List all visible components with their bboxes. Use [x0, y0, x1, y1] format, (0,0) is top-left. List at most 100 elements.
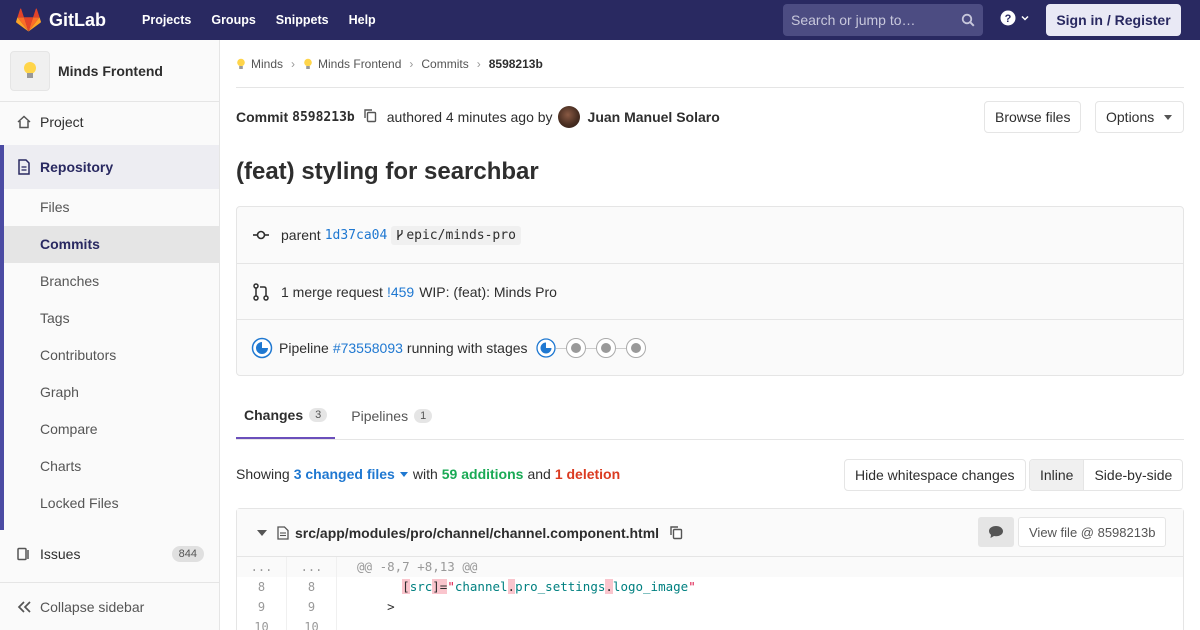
- hide-whitespace-button[interactable]: Hide whitespace changes: [844, 459, 1026, 491]
- author-avatar[interactable]: [557, 106, 580, 128]
- project-name: Minds Frontend: [58, 62, 163, 79]
- breadcrumb-label: Minds: [251, 56, 284, 71]
- sidebar-subitem-compare[interactable]: Compare: [4, 411, 219, 448]
- sidebar-subitem-tags[interactable]: Tags: [4, 300, 219, 337]
- options-dropdown[interactable]: Options: [1095, 101, 1184, 133]
- pipeline-status-text: running with stages: [406, 340, 528, 356]
- nav-snippets[interactable]: Snippets: [266, 0, 339, 40]
- sidebar-item-label: Project: [40, 114, 84, 130]
- merge-request-row: 1 merge request !459 WIP: (feat): Minds …: [237, 264, 1183, 320]
- stage-connector: [585, 347, 596, 349]
- tab-label: Changes: [244, 406, 304, 423]
- code-token: logo_image: [612, 579, 689, 594]
- new-line-number[interactable]: 10: [287, 617, 337, 630]
- tab-pipelines[interactable]: Pipelines 1: [343, 392, 440, 439]
- breadcrumb-commits[interactable]: Commits: [421, 57, 468, 71]
- new-line-number[interactable]: 8: [287, 577, 337, 597]
- stage-pending-icon[interactable]: [625, 338, 646, 358]
- caret-down-icon: [399, 471, 408, 477]
- old-line-number: ...: [237, 557, 287, 577]
- pipeline-link[interactable]: #73558093: [333, 340, 403, 356]
- mr-text: 1 merge request: [281, 283, 383, 300]
- sidebar-subitem-contributors[interactable]: Contributors: [4, 337, 219, 374]
- lightbulb-icon: [24, 61, 36, 78]
- diff-file: src/app/modules/pro/channel/channel.comp…: [236, 508, 1184, 630]
- sidebar-subitem-branches[interactable]: Branches: [4, 263, 219, 300]
- stage-connector: [555, 347, 566, 349]
- changed-files-dropdown[interactable]: 3 changed files: [294, 466, 395, 482]
- toggle-comments-button[interactable]: [978, 517, 1014, 547]
- search-input[interactable]: Search or jump to…: [783, 4, 983, 36]
- view-file-button[interactable]: View file @ 8598213b: [1018, 517, 1167, 547]
- stage-pending-icon[interactable]: [595, 338, 616, 358]
- nav-help[interactable]: Help: [339, 0, 386, 40]
- project-avatar: [10, 50, 50, 91]
- sidebar-subitem-files[interactable]: Files: [4, 189, 219, 226]
- breadcrumb-label: Minds Frontend: [318, 56, 402, 71]
- stage-pending-icon[interactable]: [565, 338, 586, 358]
- breadcrumb-minds-frontend[interactable]: Minds Frontend: [303, 57, 401, 71]
- old-line-number[interactable]: 8: [237, 577, 287, 597]
- gitlab-logo[interactable]: GitLab: [16, 8, 106, 32]
- svg-text:?: ?: [1005, 13, 1012, 25]
- browse-files-button[interactable]: Browse files: [984, 101, 1082, 133]
- sidebar-item-label: Repository: [40, 159, 114, 175]
- side-by-side-view-button[interactable]: Side-by-side: [1084, 460, 1182, 490]
- sidebar-item-issues[interactable]: Issues 844: [0, 534, 219, 574]
- copy-sha-button[interactable]: [363, 108, 377, 126]
- tab-changes[interactable]: Changes 3: [236, 392, 336, 439]
- author-name[interactable]: Juan Manuel Solaro: [588, 109, 720, 125]
- options-label: Options: [1106, 109, 1155, 125]
- old-line-number[interactable]: 10: [237, 617, 287, 630]
- collapse-caret-icon[interactable]: [257, 529, 267, 536]
- copy-icon: [364, 109, 376, 123]
- branch-tag[interactable]: epic/minds-pro: [391, 225, 521, 245]
- parent-label: parent: [281, 227, 321, 243]
- branch-name: epic/minds-pro: [406, 227, 516, 243]
- sidebar-project-header[interactable]: Minds Frontend: [0, 40, 219, 102]
- new-line-number[interactable]: 9: [287, 597, 337, 617]
- diff-hunk-line: ... ... @@ -8,7 +8,13 @@: [237, 557, 1183, 577]
- commit-tabs: Changes 3 Pipelines 1: [236, 392, 1184, 440]
- code-token: [: [402, 579, 410, 594]
- pipeline-running-icon[interactable]: [251, 337, 273, 359]
- collapse-sidebar-button[interactable]: Collapse sidebar: [0, 582, 219, 630]
- breadcrumb: Minds › Minds Frontend › Commits › 85982…: [236, 40, 1184, 88]
- sidebar: Minds Frontend Project Repository Files …: [0, 40, 220, 630]
- question-circle-icon: ?: [1000, 10, 1016, 26]
- sidebar-subitem-graph[interactable]: Graph: [4, 374, 219, 411]
- mr-link[interactable]: !459: [387, 284, 414, 300]
- nav-projects[interactable]: Projects: [132, 0, 201, 40]
- tab-count-badge: 3: [309, 407, 328, 422]
- stage-running-icon[interactable]: [535, 338, 556, 358]
- sidebar-subitem-charts[interactable]: Charts: [4, 448, 219, 485]
- sidebar-subitem-commits[interactable]: Commits: [4, 226, 219, 263]
- code-token: channel: [454, 579, 508, 594]
- sidebar-item-project[interactable]: Project: [0, 102, 219, 142]
- code-token: src: [409, 579, 433, 594]
- diff-line: 10 10: [237, 617, 1183, 630]
- old-line-number[interactable]: 9: [237, 597, 287, 617]
- signin-button[interactable]: Sign in / Register: [1046, 4, 1181, 36]
- authored-text: authored 4 minutes ago by: [386, 109, 553, 125]
- commit-title: (feat) styling for searchbar: [236, 158, 539, 185]
- sidebar-item-label: Issues: [40, 546, 81, 562]
- help-dropdown[interactable]: ?: [1000, 10, 1030, 26]
- file-path[interactable]: src/app/modules/pro/channel/channel.comp…: [295, 525, 659, 541]
- comment-icon: [989, 526, 1003, 538]
- sidebar-item-repository[interactable]: Repository: [0, 145, 219, 189]
- sidebar-subitem-locked-files[interactable]: Locked Files: [4, 485, 219, 522]
- code-line: >: [357, 599, 395, 614]
- parent-sha-link[interactable]: 1d37ca04: [325, 228, 388, 243]
- diff-view-toggle: Inline Side-by-side: [1029, 459, 1184, 491]
- breadcrumb-current[interactable]: 8598213b: [489, 57, 543, 71]
- inline-view-button[interactable]: Inline: [1030, 460, 1085, 490]
- deletions-count: 1 deletion: [554, 466, 621, 482]
- copy-path-button[interactable]: [669, 525, 683, 540]
- breadcrumb-minds[interactable]: Minds: [236, 57, 283, 71]
- nav-groups[interactable]: Groups: [201, 0, 265, 40]
- parent-row: parent 1d37ca04 epic/minds-pro: [237, 207, 1183, 264]
- brand-name: GitLab: [49, 9, 106, 30]
